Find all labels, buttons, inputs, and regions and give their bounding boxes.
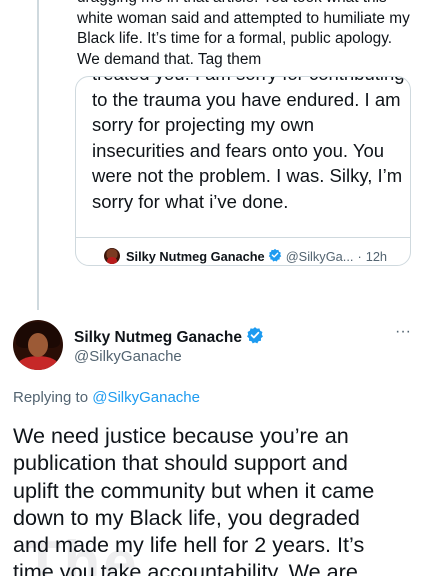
quoted-tweet-author-row[interactable]: Silky Nutmeg Ganache @SilkyGa... · 12h bbox=[104, 246, 387, 265]
author-name[interactable]: Silky Nutmeg Ganache bbox=[74, 329, 242, 347]
parent-tweet-line: white woman said and attempted to humili… bbox=[77, 9, 410, 27]
verified-badge-icon bbox=[246, 326, 264, 349]
quoted-tweet-divider bbox=[76, 237, 410, 238]
author-avatar[interactable] bbox=[13, 320, 63, 370]
quoted-tweet-line: sorry for what i’ve done. bbox=[92, 190, 289, 212]
tweet-thread-page: dragging me in that article. You took wh… bbox=[0, 0, 427, 576]
quoted-author-handle[interactable]: @SilkyGa... bbox=[286, 249, 354, 264]
quoted-author-name[interactable]: Silky Nutmeg Ganache bbox=[126, 249, 265, 264]
thread-connector-line bbox=[37, 0, 39, 310]
quoted-tweet-line: insecurities and fears onto you. You bbox=[92, 139, 385, 161]
avatar-face bbox=[28, 333, 48, 357]
parent-tweet-text: dragging me in that article. You took wh… bbox=[77, 0, 422, 70]
quoted-tweet-line: to the trauma you have endured. I am bbox=[92, 88, 401, 110]
reply-tweet-text: We need justice because you’re an public… bbox=[13, 422, 423, 576]
replying-to-line: Replying to @SilkyGanache bbox=[13, 389, 200, 406]
quoted-tweet-line: were not the problem. I was. Silky, I’m bbox=[92, 165, 403, 186]
reply-tweet-line: and made my life hell for 2 years. It’s bbox=[13, 532, 365, 558]
author-name-row[interactable]: Silky Nutmeg Ganache bbox=[74, 326, 264, 349]
meta-separator: · bbox=[357, 248, 362, 264]
quoted-author-avatar[interactable] bbox=[104, 248, 120, 264]
quoted-tweet-line: treated you. I am sorry for contributing bbox=[92, 77, 405, 87]
quoted-tweet-line: sorry for projecting my own bbox=[92, 114, 315, 135]
quoted-tweet-card[interactable]: treated you. I am sorry for contributing… bbox=[75, 76, 411, 266]
quoted-tweet-timestamp[interactable]: 12h bbox=[366, 249, 387, 264]
reply-tweet-line: time you take accountability. We are bbox=[13, 559, 358, 576]
replying-to-label: Replying to bbox=[13, 389, 89, 406]
reply-tweet-line: uplift the community but when it came bbox=[13, 477, 375, 503]
reply-tweet-line: publication that should support and bbox=[13, 450, 348, 476]
replying-to-mention[interactable]: @SilkyGanache bbox=[92, 389, 200, 406]
reply-tweet-line: down to my Black life, you degraded bbox=[13, 504, 360, 530]
quoted-tweet-text: treated you. I am sorry for contributing… bbox=[92, 77, 405, 214]
more-options-icon[interactable]: ··· bbox=[392, 324, 414, 343]
avatar-outfit bbox=[17, 356, 59, 370]
reply-tweet-line: We need justice because you’re an bbox=[13, 423, 349, 448]
verified-badge-icon bbox=[268, 248, 282, 265]
parent-tweet-line: We demand that. Tag them bbox=[77, 50, 262, 68]
author-handle[interactable]: @SilkyGanache bbox=[74, 348, 182, 365]
parent-tweet-line: Black life. It’s time for a formal, publ… bbox=[77, 30, 393, 47]
parent-tweet-line: dragging me in that article. You took wh… bbox=[77, 0, 422, 9]
